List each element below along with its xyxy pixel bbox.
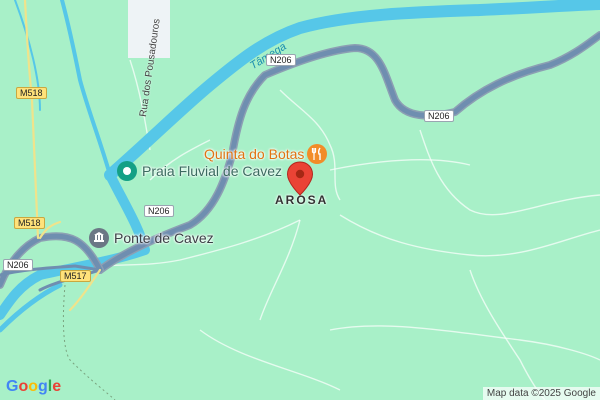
beach-pin-icon[interactable] xyxy=(117,161,137,181)
road-label-m518: M518 xyxy=(14,217,45,229)
road-label-m517: M517 xyxy=(60,270,91,282)
map-canvas[interactable]: Tâmega Rua dos Pousadouros N206 N206 N20… xyxy=(0,0,600,400)
poi-label-quinta-do-botas[interactable]: Quinta do Botas xyxy=(204,146,304,162)
landmark-icon[interactable] xyxy=(89,228,109,248)
logo-letter: o xyxy=(18,378,29,395)
logo-letter: g xyxy=(38,378,48,395)
road-label-n206: N206 xyxy=(144,205,174,217)
road-label-n206: N206 xyxy=(266,54,296,66)
logo-letter: e xyxy=(52,378,62,395)
poi-label-ponte-de-cavez[interactable]: Ponte de Cavez xyxy=(114,230,214,246)
location-pin-icon[interactable] xyxy=(286,161,314,197)
road-label-n206: N206 xyxy=(424,110,454,122)
logo-letter: G xyxy=(6,378,19,395)
poi-label-praia-fluvial[interactable]: Praia Fluvial de Cavez xyxy=(142,163,282,179)
road-label-m518: M518 xyxy=(16,87,47,99)
google-logo[interactable]: Google xyxy=(6,378,61,396)
logo-letter: o xyxy=(28,378,39,395)
map-attribution[interactable]: Map data ©2025 Google xyxy=(482,387,600,400)
road-label-n206: N206 xyxy=(3,259,33,271)
